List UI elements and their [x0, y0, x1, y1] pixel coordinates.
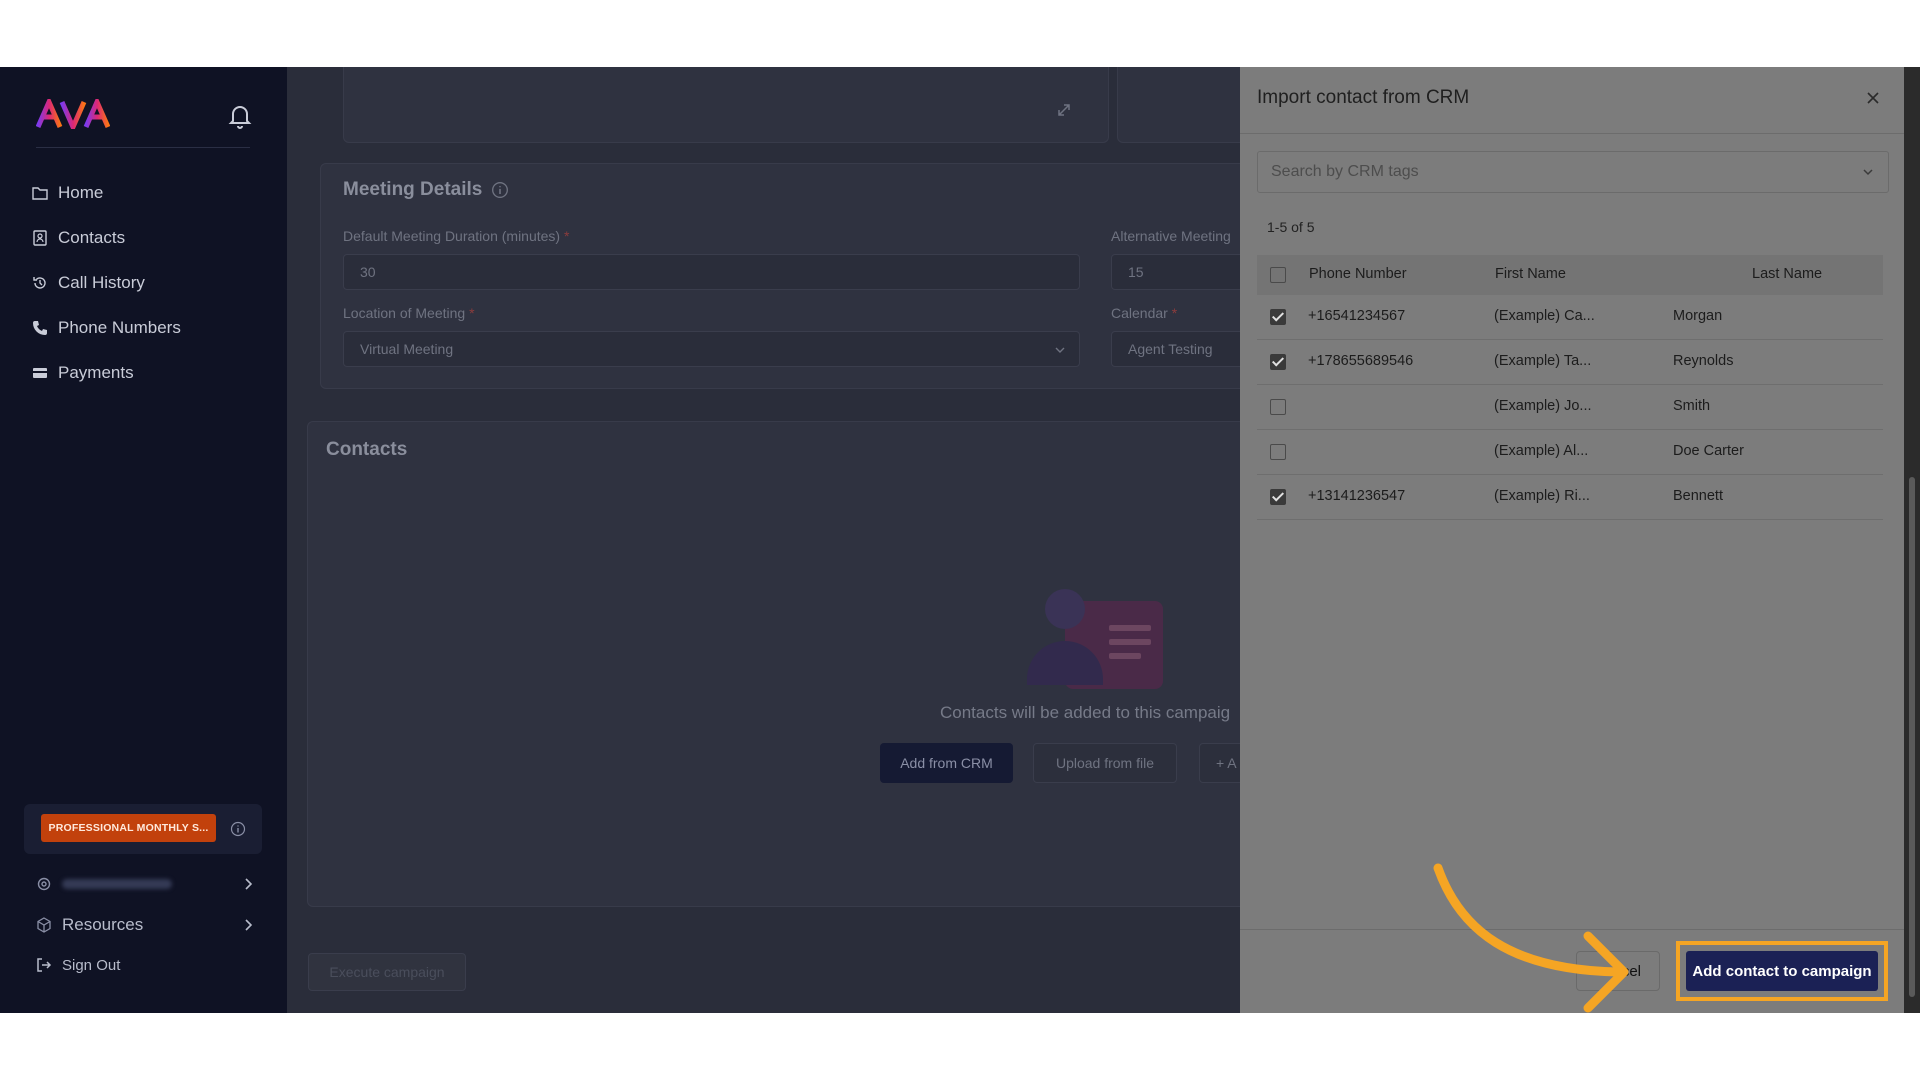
sign-out-icon: [37, 958, 52, 972]
modal-divider: [1240, 133, 1904, 134]
sidebar-item-home[interactable]: Home: [32, 178, 103, 208]
crm-contacts-table: Phone Number First Name Last Name +16541…: [1257, 255, 1883, 520]
first-name-cell: (Example) Ta...: [1494, 353, 1592, 369]
tutorial-arrow: [1433, 863, 1629, 1013]
empty-state-text: Contacts will be added to this campaig: [940, 703, 1231, 722]
last-name-cell: Reynolds: [1673, 353, 1734, 369]
gear-icon: [37, 877, 51, 891]
row-checkbox[interactable]: [1270, 489, 1286, 505]
upload-from-file-button[interactable]: Upload from file: [1033, 743, 1177, 783]
credit-card-icon: [33, 368, 47, 378]
last-name-cell: Morgan: [1673, 308, 1723, 324]
row-checkbox[interactable]: [1270, 399, 1286, 415]
add-from-crm-button[interactable]: Add from CRM: [880, 743, 1013, 783]
results-count: 1-5 of 5: [1267, 219, 1315, 235]
select-all-checkbox[interactable]: [1270, 267, 1286, 283]
table-row[interactable]: +13141236547 (Example) Ri... Bennett: [1257, 475, 1883, 520]
secondary-textarea[interactable]: [1117, 67, 1257, 143]
location-label: Location of Meeting *: [343, 305, 475, 321]
row-checkbox[interactable]: [1270, 354, 1286, 370]
campaign-page: Meeting Details Default Meeting Duration…: [287, 67, 1259, 1013]
duration-input[interactable]: 30: [343, 254, 1080, 290]
history-icon: [33, 277, 46, 289]
table-row[interactable]: (Example) Jo... Smith: [1257, 385, 1883, 430]
plan-badge[interactable]: PROFESSIONAL MONTHLY S...: [41, 814, 216, 842]
sidebar: Home Contacts Call History Phone Numbers…: [0, 67, 287, 1013]
row-checkbox[interactable]: [1270, 444, 1286, 460]
column-last-name: Last Name: [1752, 266, 1823, 282]
sign-out-button[interactable]: Sign Out: [36, 952, 120, 978]
execute-campaign-button[interactable]: Execute campaign: [308, 953, 466, 991]
duration-label: Default Meeting Duration (minutes) *: [343, 228, 570, 244]
bell-icon[interactable]: [228, 103, 252, 129]
table-row[interactable]: (Example) Al... Doe Carter: [1257, 430, 1883, 475]
last-name-cell: Bennett: [1673, 488, 1723, 504]
plan-panel: PROFESSIONAL MONTHLY S...: [24, 804, 262, 854]
settings-row[interactable]: [36, 871, 172, 897]
chevron-right-icon[interactable]: [244, 877, 254, 891]
sidebar-item-label: Payments: [58, 363, 134, 382]
row-checkbox[interactable]: [1270, 309, 1286, 325]
meeting-details-title: Meeting Details: [343, 179, 483, 200]
table-header: Phone Number First Name Last Name: [1257, 255, 1883, 295]
sidebar-item-call-history[interactable]: Call History: [32, 268, 145, 298]
calendar-label: Calendar *: [1111, 305, 1178, 321]
search-placeholder: Search by CRM tags: [1271, 163, 1419, 180]
sidebar-item-phone-numbers[interactable]: Phone Numbers: [32, 313, 181, 343]
resources-row[interactable]: Resources: [36, 912, 143, 938]
cube-icon: [37, 917, 51, 933]
contact-card-icon: [33, 230, 47, 246]
info-icon[interactable]: [230, 821, 246, 837]
scrollbar-thumb[interactable]: [1909, 477, 1915, 997]
add-contact-to-campaign-button[interactable]: Add contact to campaign: [1686, 951, 1878, 991]
chevron-down-icon: [1863, 169, 1873, 176]
folder-icon: [32, 187, 48, 200]
first-name-cell: (Example) Ri...: [1494, 488, 1590, 504]
expand-icon[interactable]: [1057, 103, 1071, 117]
contacts-illustration: [1027, 589, 1163, 689]
phone-icon: [33, 321, 47, 335]
sidebar-item-label: Contacts: [58, 228, 126, 247]
modal-title: Import contact from CRM: [1257, 87, 1470, 108]
last-name-cell: Doe Carter: [1673, 443, 1744, 459]
info-icon[interactable]: [491, 181, 509, 199]
blurred-account-name: [62, 879, 172, 889]
notes-textarea[interactable]: [343, 67, 1109, 143]
highlight-box: Add contact to campaign: [1676, 941, 1888, 1001]
phone-cell: +13141236547: [1308, 488, 1406, 504]
location-select[interactable]: Virtual Meeting: [343, 331, 1080, 367]
phone-cell: +16541234567: [1308, 308, 1406, 324]
contacts-title: Contacts: [326, 439, 408, 460]
sidebar-item-label: Phone Numbers: [58, 318, 181, 337]
first-name-cell: (Example) Al...: [1494, 443, 1589, 459]
column-first-name: First Name: [1495, 266, 1566, 282]
sidebar-item-label: Home: [58, 183, 104, 202]
ava-logo[interactable]: [36, 99, 110, 129]
alternative-duration-input[interactable]: 15: [1111, 254, 1251, 290]
column-phone-number: Phone Number: [1309, 266, 1407, 282]
sidebar-item-label: Call History: [58, 273, 145, 292]
alternative-duration-label: Alternative Meeting: [1111, 228, 1231, 244]
crm-tags-search-select[interactable]: Search by CRM tags: [1257, 151, 1889, 193]
chevron-down-icon: [1055, 347, 1065, 353]
chevron-right-icon[interactable]: [244, 918, 254, 932]
table-row[interactable]: +16541234567 (Example) Ca... Morgan: [1257, 295, 1883, 340]
first-name-cell: (Example) Jo...: [1494, 398, 1592, 414]
calendar-select[interactable]: Agent Testing: [1111, 331, 1251, 367]
scrollbar[interactable]: [1904, 67, 1920, 1013]
resources-label: Resources: [62, 915, 144, 934]
close-icon[interactable]: [1866, 91, 1880, 105]
table-row[interactable]: +178655689546 (Example) Ta... Reynolds: [1257, 340, 1883, 385]
sidebar-item-payments[interactable]: Payments: [32, 358, 134, 388]
sign-out-label: Sign Out: [62, 956, 121, 974]
last-name-cell: Smith: [1673, 398, 1711, 414]
sidebar-divider: [36, 147, 250, 148]
first-name-cell: (Example) Ca...: [1494, 308, 1595, 324]
phone-cell: +178655689546: [1308, 353, 1414, 369]
sidebar-item-contacts[interactable]: Contacts: [32, 223, 125, 253]
